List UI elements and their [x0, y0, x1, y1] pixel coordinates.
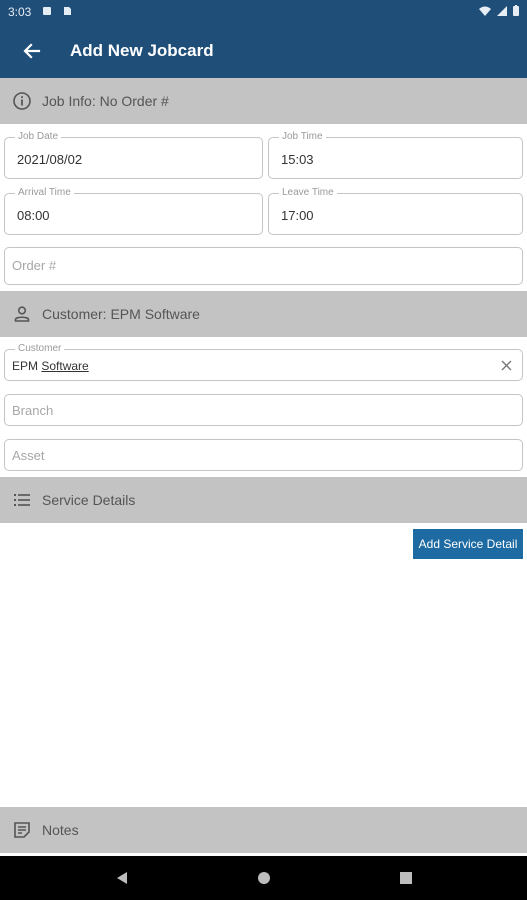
job-date-field[interactable]: Job Date 2021/08/02: [4, 131, 263, 179]
leave-time-field[interactable]: Leave Time 17:00: [268, 187, 523, 235]
system-navigation-bar: [0, 856, 527, 900]
job-time-field[interactable]: Job Time 15:03: [268, 131, 523, 179]
order-number-field[interactable]: Order #: [4, 247, 523, 285]
sim-card-icon: [64, 7, 71, 15]
arrival-time-value: 08:00: [17, 208, 50, 223]
job-time-value: 15:03: [281, 152, 314, 167]
job-time-label: Job Time: [279, 131, 326, 142]
nav-recents-icon[interactable]: [398, 870, 414, 886]
arrival-time-field[interactable]: Arrival Time 08:00: [4, 187, 263, 235]
customer-value-underlined: Software: [41, 359, 89, 373]
arrival-time-label: Arrival Time: [15, 187, 74, 198]
notification-icon: [43, 7, 51, 15]
battery-icon: [513, 5, 519, 16]
nav-back-icon[interactable]: [114, 870, 130, 886]
section-notes[interactable]: Notes: [0, 807, 527, 853]
branch-field[interactable]: Branch: [4, 394, 523, 426]
info-circle-icon: [13, 92, 31, 110]
job-date-label: Job Date: [15, 131, 62, 142]
status-indicators: [479, 5, 519, 16]
status-bar: 3:03: [0, 0, 527, 24]
customer-value: EPM Software: [12, 359, 89, 373]
section-notes-label: Notes: [42, 822, 79, 838]
page-title: Add New Jobcard: [70, 41, 214, 60]
note-icon: [14, 822, 30, 838]
asset-field[interactable]: Asset: [4, 439, 523, 471]
customer-field[interactable]: Customer EPM Software: [4, 343, 523, 381]
leave-time-value: 17:00: [281, 208, 314, 223]
customer-value-prefix: EPM: [12, 359, 42, 373]
section-service-details: Service Details: [0, 477, 527, 523]
nav-home-icon[interactable]: [256, 870, 272, 886]
leave-time-label: Leave Time: [279, 187, 337, 198]
job-date-value: 2021/08/02: [17, 152, 83, 167]
person-icon: [14, 306, 30, 322]
customer-label: Customer: [15, 343, 65, 354]
section-customer: Customer: EPM Software: [0, 291, 527, 337]
signal-icon: [497, 5, 507, 16]
app-bar: Add New Jobcard: [0, 24, 527, 78]
section-job-info-label: Job Info: No Order #: [42, 93, 169, 109]
status-time: 3:03: [8, 5, 32, 19]
asset-placeholder: Asset: [12, 448, 45, 463]
back-button[interactable]: [18, 37, 46, 65]
section-service-details-label: Service Details: [42, 492, 136, 508]
add-service-detail-button[interactable]: Add Service Detail: [413, 529, 523, 559]
branch-placeholder: Branch: [12, 403, 54, 418]
order-number-placeholder: Order #: [12, 258, 57, 273]
wifi-icon: [479, 6, 491, 16]
list-icon: [14, 494, 30, 506]
clear-customer-icon[interactable]: [501, 360, 512, 371]
arrow-left-icon: [23, 43, 41, 59]
section-job-info: Job Info: No Order #: [0, 78, 527, 124]
section-customer-label: Customer: EPM Software: [42, 306, 200, 322]
